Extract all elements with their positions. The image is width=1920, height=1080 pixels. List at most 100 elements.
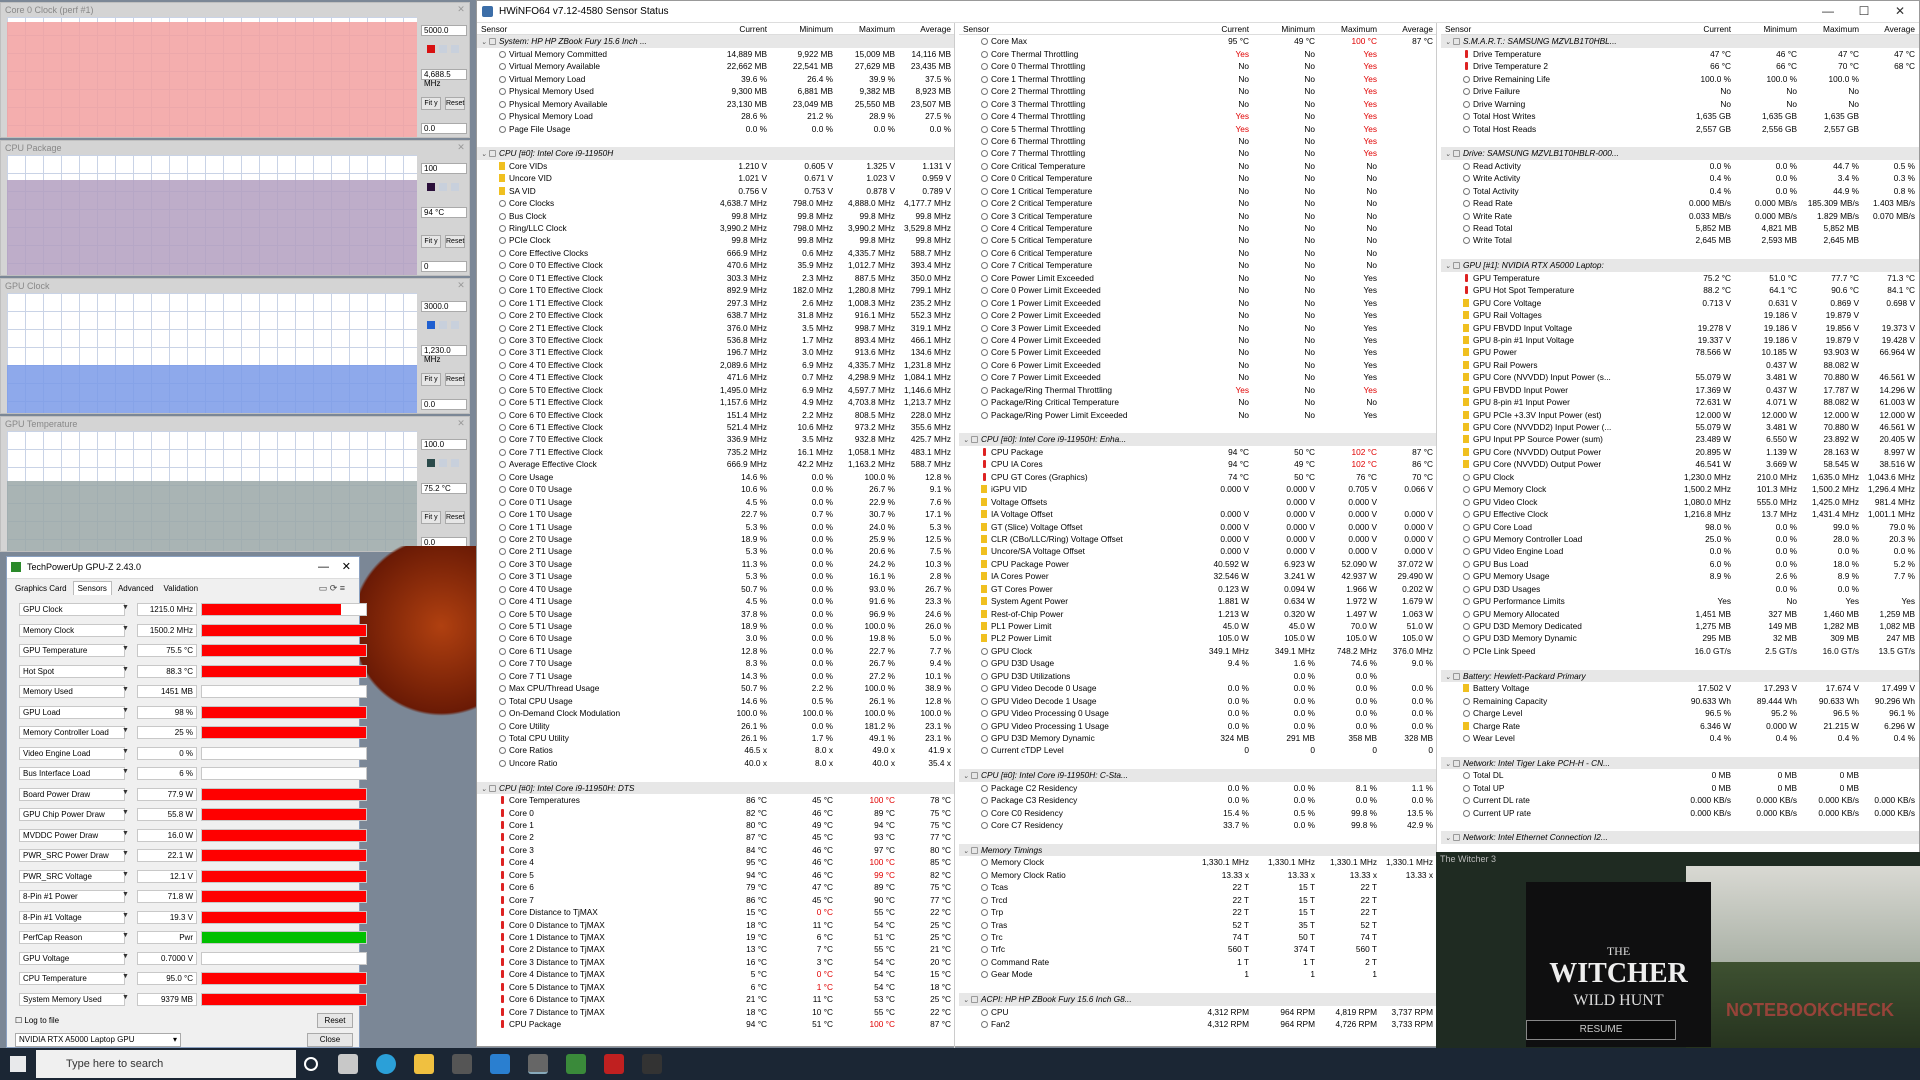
sensor-row[interactable]: Core 1 Critical Temperature No No No — [959, 185, 1436, 197]
sensor-group-header[interactable]: ⌄ Battery: Hewlett-Packard Primary — [1441, 669, 1919, 683]
witcher-task-icon[interactable] — [642, 1054, 662, 1074]
sensor-row[interactable]: Core 3 Distance to TjMAX 16 °C 3 °C 54 °C 20… — [477, 956, 954, 968]
sensor-row[interactable]: Core 4 T0 Effective Clock 2,089.6 MHz 6.9 … — [477, 359, 954, 371]
tab-advanced[interactable]: Advanced — [114, 582, 158, 595]
sensor-label[interactable]: PWR_SRC Power Draw — [19, 849, 125, 862]
sensor-group-header[interactable]: ⌄ CPU [#0]: Intel Core i9-11950H: DTS — [477, 781, 954, 795]
sensor-row[interactable]: Core 6 T1 Effective Clock 521.4 MHz 10.6 M… — [477, 421, 954, 433]
sensor-label[interactable]: PerfCap Reason — [19, 931, 125, 944]
game-launcher-icon[interactable] — [604, 1054, 624, 1074]
sensor-row[interactable]: Virtual Memory Committed 14,889 MB 9,922 M… — [477, 48, 954, 60]
sensor-row[interactable]: Charge Level 96.5 % 95.2 % 96.5 % 96.1 % — [1441, 707, 1919, 719]
search-input[interactable]: Type here to search — [36, 1050, 296, 1078]
sensor-row[interactable]: GPU Clock 349.1 MHz 349.1 MHz 748.2 MHz 376.… — [959, 645, 1436, 657]
sensor-row[interactable]: Package/Ring Power Limit Exceeded No No Yes — [959, 409, 1436, 421]
sensor-row[interactable]: Core 5 Thermal Throttling Yes No Yes — [959, 123, 1436, 135]
chevron-down-icon[interactable]: ▼ — [122, 953, 129, 960]
sensor-row[interactable]: Core 1 T0 Effective Clock 892.9 MHz 182.0 … — [477, 284, 954, 296]
sensor-row[interactable]: CLR (CBo/LLC/Ring) Voltage Offset 0.000 V… — [959, 533, 1436, 545]
expand-icon[interactable]: ⌄ — [1445, 833, 1453, 845]
sensor-row[interactable]: System Agent Power 1.881 W 0.634 W 1.972 W1… — [959, 595, 1436, 607]
sensor-label[interactable]: GPU Clock — [19, 603, 125, 616]
sensor-row[interactable]: PL2 Power Limit 105.0 W 105.0 W 105.0 W 105.… — [959, 632, 1436, 644]
gpu-select[interactable]: NVIDIA RTX A5000 Laptop GPU ▾ — [15, 1033, 181, 1047]
sensor-row[interactable]: Current cTDP Level 0 0 0 0 — [959, 744, 1436, 756]
sensor-row[interactable]: Core 6 Thermal Throttling No No Yes — [959, 135, 1436, 147]
sensor-row[interactable]: GT Cores Power 0.123 W 0.094 W 1.966 W 0.202… — [959, 583, 1436, 595]
sensor-row[interactable]: GPU Video Engine Load 0.0 % 0.0 % 0.0 % 0.0 … — [1441, 545, 1919, 557]
sensor-row[interactable]: Core 7 Power Limit Exceeded No No Yes — [959, 371, 1436, 383]
sensor-row[interactable]: Core C0 Residency 15.4 % 0.5 % 99.8 % 13.5 % — [959, 807, 1436, 819]
sensor-row[interactable]: Drive Warning No No No — [1441, 98, 1919, 110]
sensor-row[interactable]: Core 0 Critical Temperature No No No — [959, 172, 1436, 184]
sensor-row[interactable]: GPU Video Clock 1,080.0 MHz 555.0 MHz 1,425… — [1441, 496, 1919, 508]
sensor-row[interactable]: Write Total 2,645 MB 2,593 MB 2,645 MB — [1441, 234, 1919, 246]
sensor-row[interactable]: GPU Hot Spot Temperature 88.2 °C 64.1 °C 90… — [1441, 284, 1919, 296]
sensor-row[interactable]: Core 4 T1 Effective Clock 471.6 MHz 0.7 MH… — [477, 371, 954, 383]
sensor-row[interactable]: Average Effective Clock 666.9 MHz 42.2 MHz… — [477, 458, 954, 470]
sensor-row[interactable]: Virtual Memory Available 22,662 MB 22,541 … — [477, 60, 954, 72]
sensor-row[interactable]: Total CPU Usage 14.6 % 0.5 % 26.1 % 12.8 % — [477, 695, 954, 707]
sensor-row[interactable]: Write Rate 0.033 MB/s 0.000 MB/s 1.829 MB/s… — [1441, 210, 1919, 222]
sensor-row[interactable]: Core 4 Power Limit Exceeded No No Yes — [959, 334, 1436, 346]
sensor-row[interactable]: Bus Clock 99.8 MHz 99.8 MHz 99.8 MHz 99.8 MH… — [477, 210, 954, 222]
sensor-row[interactable]: Core 5 T0 Usage 37.8 % 0.0 % 96.9 % 24.6 % — [477, 608, 954, 620]
sensor-row[interactable]: GPU Bus Load 6.0 % 0.0 % 18.0 % 5.2 % — [1441, 558, 1919, 570]
reset-button[interactable]: Reset — [445, 373, 465, 386]
color-swatch[interactable] — [439, 321, 447, 329]
sensor-row[interactable]: GPU Core (NVVDD) Output Power 20.895 W 1.1… — [1441, 446, 1919, 458]
sensor-row[interactable]: SA VID 0.756 V 0.753 V 0.878 V 0.789 V — [477, 185, 954, 197]
sensor-group-header[interactable]: ⌄ ACPI: HP HP ZBook Fury 15.6 Inch G8... — [959, 993, 1436, 1006]
sensor-row[interactable]: Read Total 5,852 MB 4,821 MB 5,852 MB — [1441, 222, 1919, 234]
sensor-row[interactable]: Virtual Memory Load 39.6 % 26.4 % 39.9 % 37.… — [477, 73, 954, 85]
sensor-label[interactable]: Memory Clock — [19, 623, 125, 637]
sensor-row[interactable]: GPU PCIe +3.3V Input Power (est) 12.000 W… — [1441, 409, 1919, 421]
sensor-row[interactable]: Tras 52 T 35 T 52 T — [959, 919, 1436, 931]
sensor-row[interactable]: CPU 4,312 RPM 964 RPM 4,819 RPM 3,737 RPM — [959, 1006, 1436, 1018]
sensor-row[interactable]: Core 3 T0 Effective Clock 536.8 MHz 1.7 MH… — [477, 334, 954, 346]
chevron-down-icon[interactable]: ▼ — [122, 871, 129, 878]
sensor-label[interactable]: Video Engine Load — [19, 746, 125, 760]
sensor-row[interactable]: Core 6 Critical Temperature No No No — [959, 247, 1436, 259]
sensor-row[interactable]: Max CPU/Thread Usage 50.7 % 2.2 % 100.0 % 38… — [477, 682, 954, 694]
sensor-row[interactable]: PL1 Power Limit 45.0 W 45.0 W 70.0 W 51.0 W — [959, 620, 1436, 632]
sensor-row[interactable]: GPU Video Processing 0 Usage 0.0 % 0.0 % 0.… — [959, 707, 1436, 719]
sensor-row[interactable]: Tcas 22 T 15 T 22 T — [959, 881, 1436, 893]
sensor-row[interactable]: IA Voltage Offset 0.000 V 0.000 V 0.000 V 0.… — [959, 508, 1436, 520]
sensor-row[interactable]: Core 3 T0 Usage 11.3 % 0.0 % 24.2 % 10.3 % — [477, 558, 954, 570]
sensor-row[interactable]: Core 7 T0 Effective Clock 336.9 MHz 3.5 MH… — [477, 433, 954, 445]
sensor-row[interactable]: Core 7 T1 Effective Clock 735.2 MHz 16.1 M… — [477, 446, 954, 458]
sensor-row[interactable]: GPU D3D Usages 0.0 % 0.0 % — [1441, 583, 1919, 595]
sensor-row[interactable]: GPU Core Load 98.0 % 0.0 % 99.0 % 79.0 % — [1441, 521, 1919, 533]
sensor-row[interactable]: GPU Core (NVVDD) Output Power 46.541 W 3.6… — [1441, 458, 1919, 470]
sensor-row[interactable]: Core 2 Power Limit Exceeded No No Yes — [959, 309, 1436, 321]
sensor-row[interactable]: GPU Power 78.566 W 10.185 W 93.903 W 66.964 … — [1441, 346, 1919, 358]
chevron-down-icon[interactable]: ▼ — [122, 830, 129, 837]
sensor-row[interactable]: Core 7 Distance to TjMAX 18 °C 10 °C 55 °C 2… — [477, 1006, 954, 1018]
sensor-row[interactable]: Core 1 T0 Usage 22.7 % 0.7 % 30.7 % 17.1 % — [477, 508, 954, 520]
file-explorer-icon[interactable] — [414, 1054, 434, 1074]
sensor-row[interactable]: Fan2 4,312 RPM 964 RPM 4,726 RPM 3,733 RPM — [959, 1018, 1436, 1030]
sensor-row[interactable]: CPU Package 94 °C 51 °C 100 °C 87 °C — [477, 1018, 954, 1030]
sensor-row[interactable]: Core 4 T1 Usage 4.5 % 0.0 % 91.6 % 23.3 % — [477, 595, 954, 607]
sensor-row[interactable]: Current DL rate 0.000 KB/s 0.000 KB/s 0.000… — [1441, 794, 1919, 806]
sensor-row[interactable]: Core 7 Thermal Throttling No No Yes — [959, 147, 1436, 159]
sensor-row[interactable]: Package C2 Residency 0.0 % 0.0 % 8.1 % 1.1 % — [959, 782, 1436, 794]
color-swatch[interactable] — [439, 45, 447, 53]
sensor-row[interactable]: Core 1 T1 Effective Clock 297.3 MHz 2.6 MH… — [477, 297, 954, 309]
sensor-label[interactable]: GPU Voltage — [19, 951, 125, 965]
chevron-down-icon[interactable]: ▼ — [122, 932, 129, 939]
sensor-row[interactable]: Core 0 T1 Usage 4.5 % 0.0 % 22.9 % 7.6 % — [477, 496, 954, 508]
sensor-row[interactable]: Core 0 Distance to TjMAX 18 °C 11 °C 54 °C 2… — [477, 919, 954, 931]
sensor-row[interactable]: Total CPU Utility 26.1 % 1.7 % 49.1 % 23.1 % — [477, 732, 954, 744]
sensor-row[interactable]: GPU Core Voltage 0.713 V 0.631 V 0.869 V 0.6… — [1441, 297, 1919, 309]
chevron-down-icon[interactable]: ▼ — [122, 994, 129, 1001]
sensor-row[interactable]: GPU Input PP Source Power (sum) 23.489 W6… — [1441, 433, 1919, 445]
sensor-row[interactable]: Core 5 T1 Effective Clock 1,157.6 MHz 4.9 … — [477, 396, 954, 408]
sensor-row[interactable]: Total Host Reads 2,557 GB 2,556 GB 2,557 GB — [1441, 123, 1919, 135]
sensor-row[interactable]: CPU GT Cores (Graphics) 74 °C 50 °C 76 °C 70… — [959, 471, 1436, 483]
color-swatch[interactable] — [427, 321, 435, 329]
sensor-row[interactable]: GPU D3D Memory Dynamic 295 MB 32 MB 309 MB 2… — [1441, 632, 1919, 644]
chevron-down-icon[interactable]: ▼ — [122, 891, 129, 898]
chevron-down-icon[interactable]: ▼ — [122, 727, 129, 734]
